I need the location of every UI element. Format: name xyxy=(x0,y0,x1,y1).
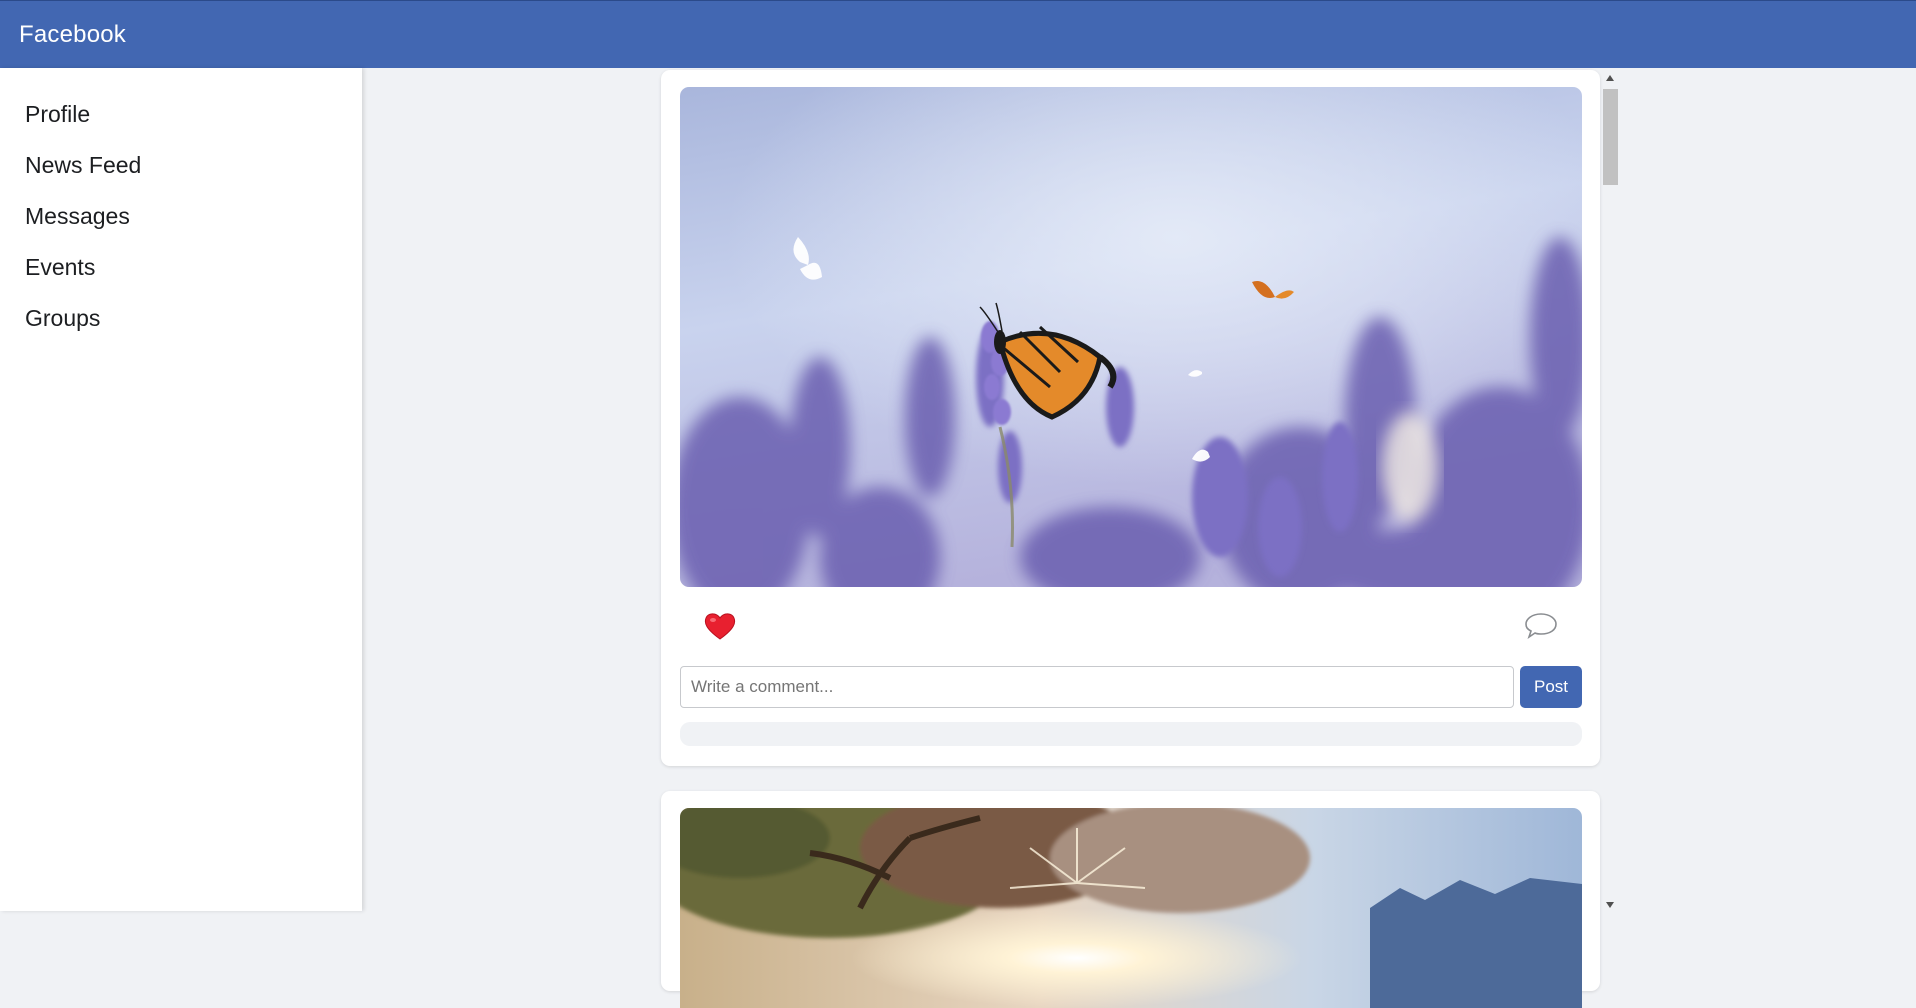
heart-icon[interactable] xyxy=(704,611,736,646)
sidebar-item-groups[interactable]: Groups xyxy=(0,293,362,344)
sidebar-item-events[interactable]: Events xyxy=(0,242,362,293)
comment-input[interactable] xyxy=(680,666,1514,708)
top-navbar: Facebook xyxy=(0,0,1916,68)
scrollbar-thumb[interactable] xyxy=(1603,89,1618,185)
comment-composer: Post xyxy=(680,666,1582,708)
sidebar-item-messages[interactable]: Messages xyxy=(0,191,362,242)
butterfly-lavender-photo xyxy=(680,87,1582,587)
post-card: Post xyxy=(661,70,1600,766)
scroll-up-arrow-icon[interactable] xyxy=(1605,74,1615,82)
post-photo xyxy=(680,808,1582,1008)
brand-logo-text[interactable]: Facebook xyxy=(19,21,126,49)
post-card xyxy=(661,791,1600,1008)
comment-icon[interactable] xyxy=(1524,611,1558,644)
feed-scrollbar[interactable] xyxy=(1600,70,1620,911)
comments-list xyxy=(680,722,1582,746)
sidebar: Profile News Feed Messages Events Groups xyxy=(0,68,362,911)
scroll-down-arrow-icon[interactable] xyxy=(1605,901,1615,909)
news-feed: Post xyxy=(661,70,1600,1008)
post-photo xyxy=(680,87,1582,587)
tree-sunburst-photo xyxy=(680,808,1582,1008)
sidebar-item-news-feed[interactable]: News Feed xyxy=(0,140,362,191)
post-actions xyxy=(680,603,1582,647)
sidebar-item-profile[interactable]: Profile xyxy=(0,89,362,140)
post-comment-button[interactable]: Post xyxy=(1520,666,1582,708)
